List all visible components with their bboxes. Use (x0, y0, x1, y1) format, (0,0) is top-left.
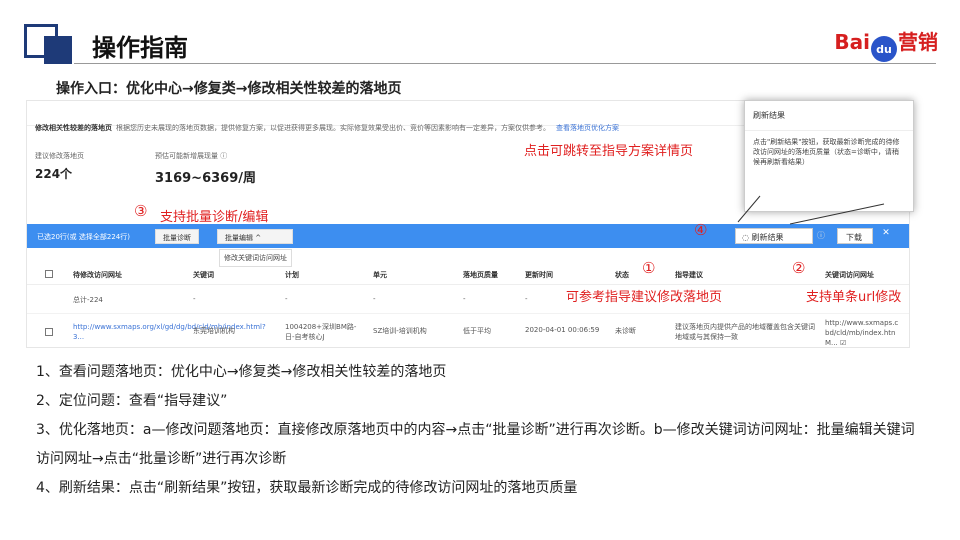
annotation-number-4: ④ (694, 221, 708, 239)
step-3: 3、优化落地页：a—修改问题落地页：直接修改原落地页中的内容→点击“批量诊断”进… (36, 422, 915, 467)
annotation-detail: 点击可跳转至指导方案详情页 (524, 144, 694, 159)
steps-list: 1、查看问题落地页：优化中心→修复类→修改相关性较差的落地页 2、定位问题：查看… (36, 358, 926, 503)
annotation-number-3: ③ (134, 202, 148, 220)
step-2: 2、定位问题：查看“指导建议” (36, 393, 228, 409)
step-4: 4、刷新结果：点击“刷新结果”按钮，获取最新诊断完成的待修改访问网址的落地页质量 (36, 480, 578, 496)
annotation-advice: 可参考指导建议修改落地页 (566, 290, 723, 305)
annotation-number-1: ① (642, 259, 656, 277)
step-1: 1、查看问题落地页：优化中心→修复类→修改相关性较差的落地页 (36, 364, 447, 380)
annotation-batch: 支持批量诊断/编辑 (160, 210, 269, 225)
annotation-number-2: ② (792, 259, 806, 277)
annotation-url-edit: 支持单条url修改 (806, 290, 902, 305)
